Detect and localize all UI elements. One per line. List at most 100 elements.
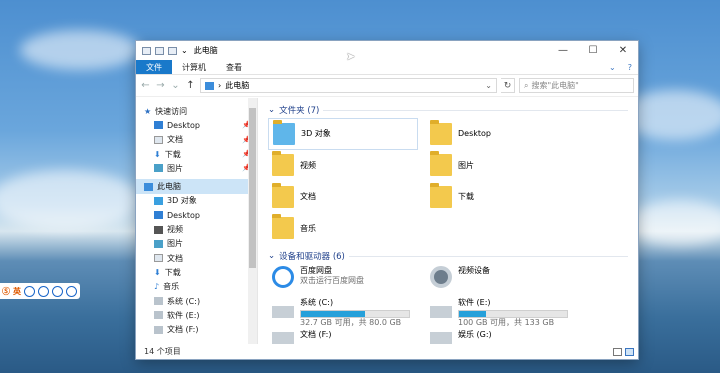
computer-icon [142,46,151,55]
folders-group-header[interactable]: ⌄ 文件夹 (7) [268,102,638,118]
navigation-pane: ★ 快速访问 Desktop 📌 文档 📌 ⬇ 下载 📌 图片 📌 此电脑 3D 对象 De… [136,98,258,344]
address-box[interactable]: › 此电脑 ⌄ [200,78,497,93]
drive-usage-bar [300,310,410,318]
picture-icon [154,239,163,248]
computer-icon [205,81,214,90]
desktop-icon [154,211,163,220]
drive-icon [154,311,163,320]
folder-downloads[interactable]: 下载 [426,181,576,213]
drive-icon [154,325,163,334]
sidebar-quick-access[interactable]: ★ 快速访问 [136,104,257,118]
picture-icon [154,164,163,173]
drive-icon [430,306,452,318]
path-separator: › [218,81,222,90]
minimize-button[interactable]: — [548,41,578,60]
back-button[interactable]: ← [140,80,151,91]
download-icon: ⬇ [154,267,161,277]
drive-c[interactable]: 系统 (C:) 32.7 GB 可用，共 80.0 GB [268,296,418,328]
devices-group-header[interactable]: ⌄ 设备和驱动器 (6) [268,248,638,264]
document-folder-icon [272,182,294,208]
sidebar-item-3d-objects[interactable]: 3D 对象 [136,194,257,208]
desktop-icon [154,121,163,130]
video-icon [154,225,163,234]
sidebar-item-videos[interactable]: 视频 [136,222,257,236]
sidebar-item-pictures-pc[interactable]: 图片 [136,237,257,251]
details-view-icon[interactable] [613,348,622,356]
folder-documents[interactable]: 文档 [268,181,418,213]
folder-videos[interactable]: 视频 [268,150,418,182]
folder-music[interactable]: 音乐 [268,213,418,245]
tab-computer[interactable]: 计算机 [172,60,216,74]
refresh-button[interactable]: ↻ [501,78,515,93]
item-count: 14 个项目 [144,347,181,356]
sidebar-item-music[interactable]: ♪ 音乐 [136,280,257,294]
tab-file[interactable]: 文件 [136,60,172,74]
keyboard-icon[interactable] [52,285,63,297]
address-dropdown-icon[interactable]: ⌄ [485,81,492,90]
status-bar: 14 个项目 [136,344,638,359]
sidebar-item-pictures[interactable]: 图片 📌 [136,161,257,175]
music-icon: ♪ [154,282,160,292]
sidebar-item-documents-pc[interactable]: 文档 [136,251,257,265]
cloud-icon [272,266,294,288]
sidebar-item-drive-f[interactable]: 文档 (F:) [136,322,257,336]
sidebar-item-drive-e[interactable]: 软件 (E:) [136,308,257,322]
emoji-icon[interactable] [38,285,49,297]
device-camera[interactable]: 视频设备 [426,264,576,296]
grid-icon[interactable] [66,285,77,297]
folder-3d-objects[interactable]: 3D 对象 [268,118,418,150]
large-icons-view-icon[interactable] [625,348,634,356]
drive-e[interactable]: 软件 (E:) 100 GB 可用，共 133 GB [426,296,576,328]
sidebar-item-documents[interactable]: 文档 📌 [136,133,257,147]
address-bar-row: ← → ⌄ ↑ › 此电脑 ⌄ ↻ ⌕ 搜索"此电脑" [136,75,638,97]
forward-button[interactable]: → [155,80,166,91]
up-button[interactable]: ↑ [185,80,196,91]
quick-access-toolbar: ⌄ [142,46,188,55]
search-icon: ⌕ [524,80,529,90]
path-segment[interactable]: 此电脑 [225,80,249,91]
title-bar[interactable]: ⌄ 此电脑 — ☐ ✕ [136,41,638,60]
cloud [20,30,140,70]
expand-ribbon-icon[interactable]: ⌄ [603,60,622,74]
drive-icon [272,306,294,318]
new-folder-icon[interactable] [168,46,177,55]
sidebar-item-desktop[interactable]: Desktop 📌 [136,118,257,132]
tab-view[interactable]: 查看 [216,60,252,74]
recent-locations-icon[interactable]: ⌄ [170,80,181,91]
collapse-icon[interactable]: ⌄ [268,251,275,261]
maximize-button[interactable]: ☐ [578,41,608,60]
folder-pictures[interactable]: 图片 [426,150,576,182]
webcam-icon [430,266,452,288]
sidebar-item-downloads[interactable]: ⬇ 下载 📌 [136,147,257,161]
explorer-window: ⌄ 此电脑 — ☐ ✕ 文件 计算机 查看 ⌄ ? ← → ⌄ ↑ › 此电脑 … [136,41,638,359]
folders-grid: 3D 对象 Desktop 视频 图片 文档 下载 音乐 [268,118,638,244]
scrollbar-thumb[interactable] [249,108,256,268]
sidebar-item-desktop-pc[interactable]: Desktop [136,208,257,222]
drive-g[interactable]: 娱乐 (G:) [426,328,576,344]
collapse-icon[interactable]: ⌄ [268,105,275,115]
sidebar-this-pc[interactable]: 此电脑 [136,179,257,194]
sidebar-scrollbar[interactable] [248,98,257,344]
ime-mode-label[interactable]: 英 [13,286,21,297]
desktop-folder-icon [430,119,452,145]
drive-f[interactable]: 文档 (F:) [268,328,418,344]
ime-toolbar[interactable]: Ⓢ 英 [0,283,80,299]
cube-folder-icon [273,119,295,145]
close-button[interactable]: ✕ [608,41,638,60]
help-icon[interactable]: ? [622,60,638,74]
search-box[interactable]: ⌕ 搜索"此电脑" [519,78,634,93]
document-icon [154,254,163,263]
video-folder-icon [272,151,294,177]
drive-icon [272,332,294,344]
customize-dropdown-icon[interactable]: ⌄ [181,46,188,55]
sidebar-item-drive-c[interactable]: 系统 (C:) [136,294,257,308]
content-pane: ⌄ 文件夹 (7) 3D 对象 Desktop 视频 图片 文档 下载 音乐 ⌄… [258,98,638,344]
properties-icon[interactable] [155,46,164,55]
devices-grid: 百度网盘 双击运行百度网盘 视频设备 系统 (C:) 32.7 GB 可用，共 8… [268,264,638,344]
folder-desktop[interactable]: Desktop [426,118,576,150]
punctuation-icon[interactable] [24,285,35,297]
device-baidu-netdisk[interactable]: 百度网盘 双击运行百度网盘 [268,264,418,296]
sidebar-item-downloads-pc[interactable]: ⬇ 下载 [136,265,257,279]
drive-icon [430,332,452,344]
window-title: 此电脑 [193,46,218,55]
